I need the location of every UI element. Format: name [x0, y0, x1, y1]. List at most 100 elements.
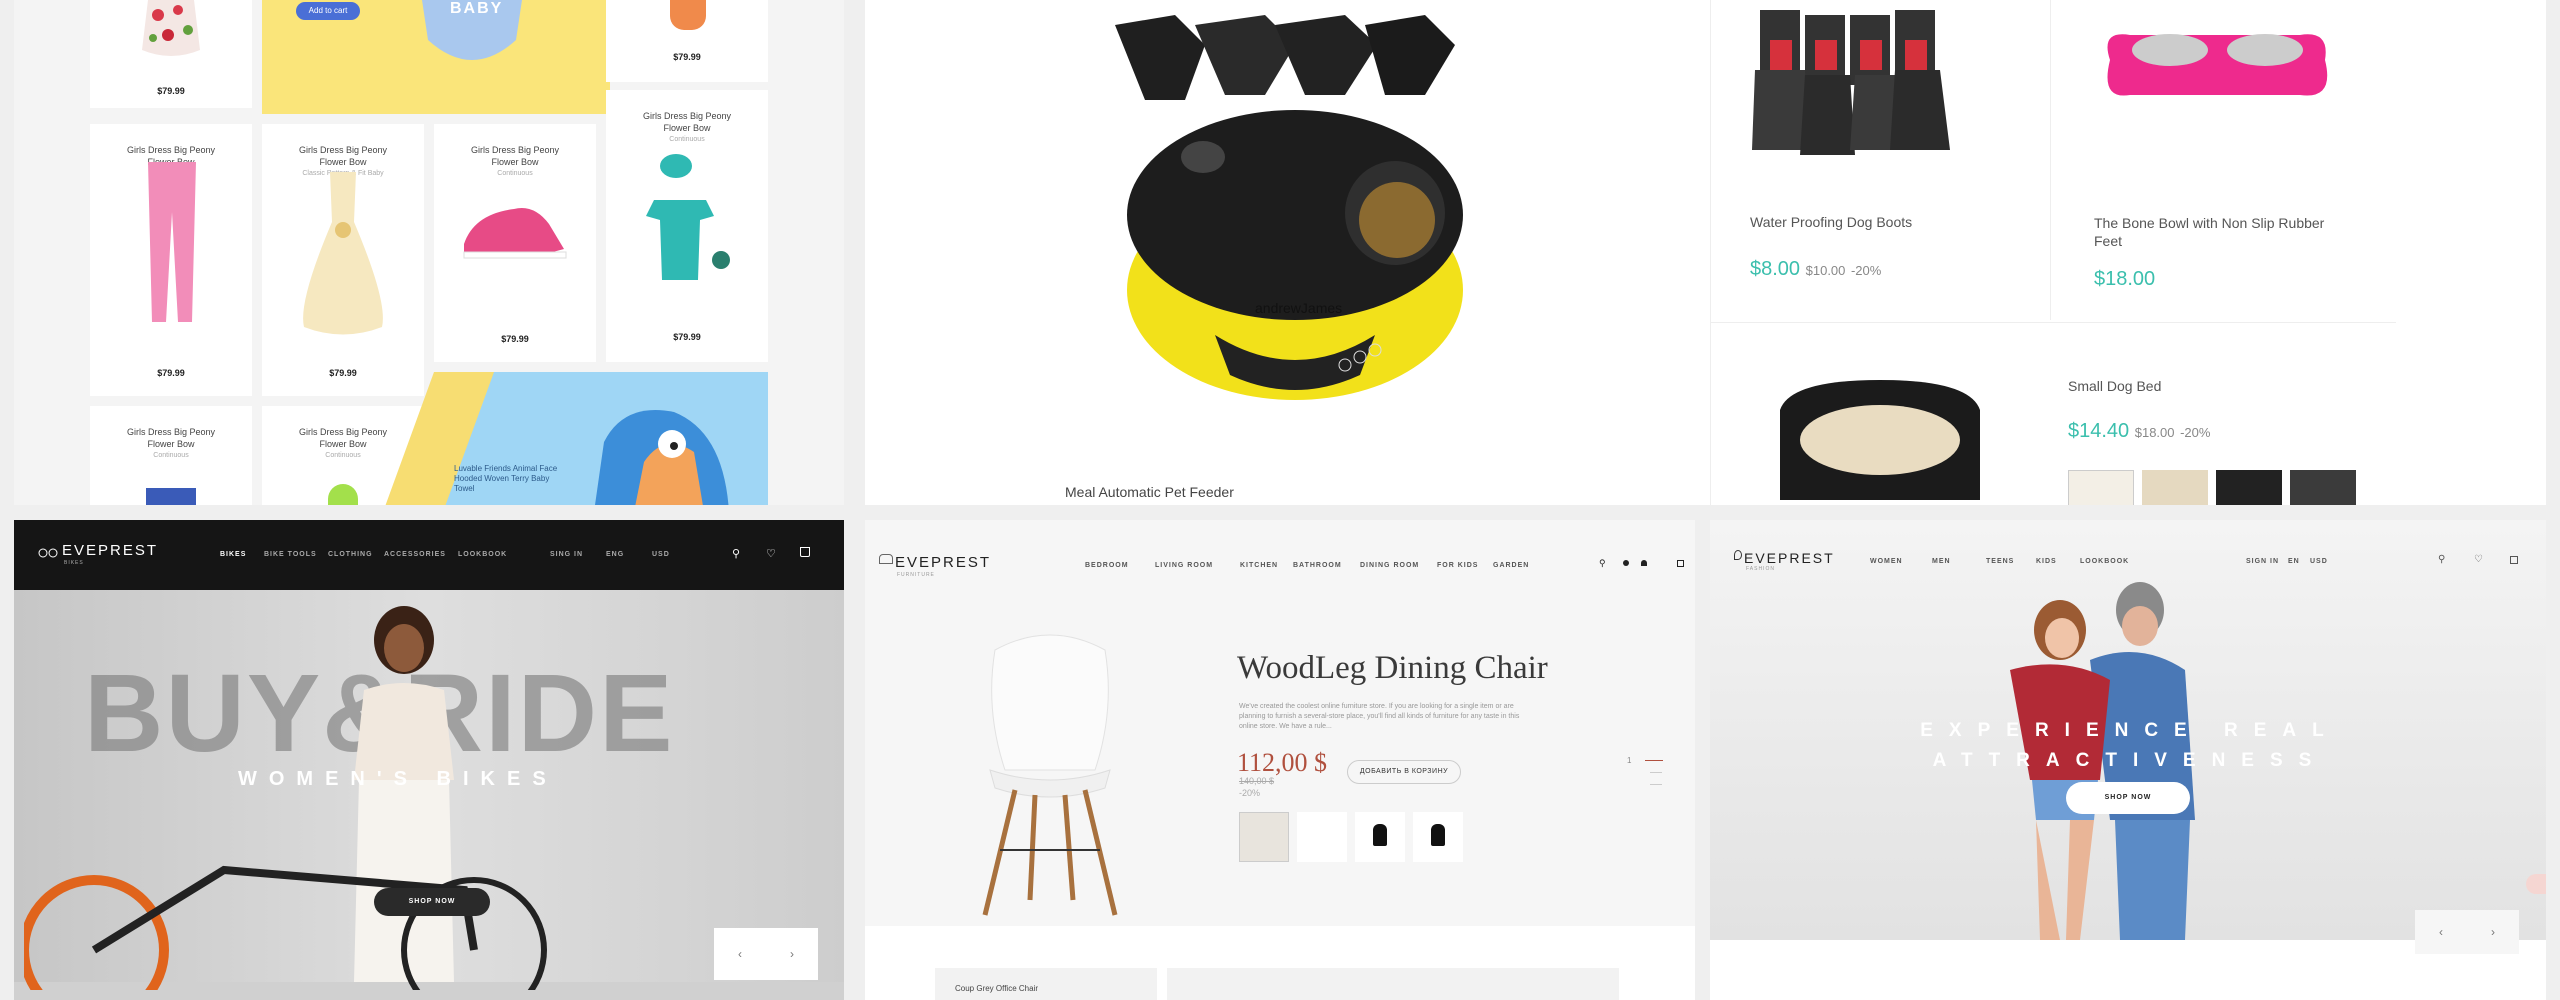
price: $79.99 — [157, 86, 185, 96]
sign-in-link[interactable]: SIGN IN — [2246, 558, 2279, 565]
pet-feeder-preview: andrewJames Meal Automatic Pet Feeder — [865, 0, 1710, 505]
pager-dot[interactable] — [1650, 784, 1662, 785]
dog-bed-image — [1780, 380, 1980, 500]
bottom-section: Coup Grey Office Chair — [865, 926, 1695, 1000]
bike-logo-icon — [38, 548, 58, 558]
prev-arrow-icon[interactable]: ‹ — [2439, 925, 2443, 939]
nav-kitchen[interactable]: KITCHEN — [1240, 562, 1278, 569]
dog-boots-image — [1752, 10, 1950, 155]
search-icon[interactable]: ⚲ — [1599, 558, 1606, 569]
next-arrow-icon[interactable]: › — [790, 947, 794, 961]
product-name: Girls Dress Big Peony Flower Bow — [470, 145, 560, 167]
search-icon[interactable]: ⚲ — [732, 547, 740, 560]
bicycle-image — [24, 865, 547, 990]
nav-living-room[interactable]: LIVING ROOM — [1155, 562, 1213, 569]
product-name[interactable]: Water Proofing Dog Boots — [1750, 214, 1912, 230]
product-name[interactable]: Small Dog Bed — [2068, 378, 2161, 394]
add-to-cart-button[interactable]: ДОБАВИТЬ В КОРЗИНУ — [1347, 760, 1461, 784]
heart-icon[interactable]: ♡ — [766, 547, 776, 560]
discount: -20% — [1850, 263, 1882, 278]
sign-in-link[interactable]: SING IN — [550, 551, 583, 558]
product-name[interactable]: The Bone Bowl with Non Slip Rubber Feet — [2094, 214, 2354, 250]
product-name: Coup Grey Office Chair — [955, 984, 1038, 993]
onesie-text: BABY — [450, 0, 504, 17]
thumbnail[interactable] — [2290, 470, 2356, 505]
product-card[interactable]: Girls Dress Big Peony Flower Bow Continu… — [434, 124, 596, 362]
price: 112,00 $ — [1237, 748, 1328, 777]
nav-for-kids[interactable]: FOR KIDS — [1437, 562, 1478, 569]
cart-icon[interactable] — [1677, 560, 1684, 567]
price: $79.99 — [673, 52, 701, 62]
price-row: $14.40 $18.00 -20% — [2068, 420, 2210, 443]
thumbnail[interactable] — [2216, 470, 2282, 505]
pink-leggings-image — [148, 162, 196, 322]
nav-women[interactable]: WOMEN — [1870, 558, 1903, 565]
feeder-brand: andrewJames — [1255, 300, 1343, 316]
product-card[interactable]: $79.99 — [90, 0, 252, 108]
nav-clothing[interactable]: CLOTHING — [328, 551, 373, 558]
product-card[interactable]: Girls Dress Big Peony Flower Bow Continu… — [90, 124, 252, 396]
pager-dot[interactable] — [1650, 772, 1662, 773]
currency-select[interactable]: USD — [652, 551, 670, 558]
user-icon[interactable] — [1641, 560, 1647, 566]
price: $79.99 — [673, 332, 701, 342]
product-name[interactable]: Meal Automatic Pet Feeder — [1065, 484, 1234, 500]
product-card[interactable] — [1167, 968, 1619, 1000]
product-name: Girls Dress Big Peony Flower Bow — [298, 427, 388, 449]
currency-select[interactable]: USD — [2310, 558, 2328, 565]
fashion-store-preview: EVEPREST FASHION WOMEN MEN TEENS KIDS LO… — [1710, 520, 2546, 1000]
prev-arrow-icon[interactable]: ‹ — [738, 947, 742, 961]
cart-icon[interactable] — [2510, 556, 2518, 564]
logo[interactable]: EVEPREST — [895, 554, 991, 571]
product-subtitle: Continuous — [153, 452, 189, 459]
thumbnail[interactable] — [2068, 470, 2134, 505]
cart-icon[interactable] — [800, 547, 810, 557]
logo-sub: FURNITURE — [897, 572, 935, 578]
chat-bubble-icon[interactable] — [2526, 874, 2546, 894]
nav-accessories[interactable]: ACCESSORIES — [384, 551, 446, 558]
nav-bike-tools[interactable]: BIKE TOOLS — [264, 551, 317, 558]
shop-now-button[interactable]: SHOP NOW — [2066, 782, 2190, 814]
nav-dining-room[interactable]: DINING ROOM — [1360, 562, 1419, 569]
logo[interactable]: EVEPREST — [62, 542, 158, 559]
logo[interactable]: EVEPREST — [1744, 550, 1835, 566]
language-select[interactable]: EN — [2288, 558, 2300, 565]
language-select[interactable]: ENG — [606, 551, 624, 558]
heart-icon[interactable]: ♡ — [2474, 554, 2483, 565]
thumbnail[interactable] — [1413, 812, 1463, 862]
product-card[interactable]: Girls Dress Big Peony Flower Bow Classic… — [262, 124, 424, 396]
kids-store-preview: $79.99 Add to cart BABY $79.99 Girls Dre… — [14, 0, 844, 505]
dining-chair-image — [982, 634, 1118, 916]
thumbnail[interactable] — [2142, 470, 2208, 505]
thumbnail[interactable] — [1355, 812, 1405, 862]
product-card[interactable]: Girls Dress Big Peony Flower Bow Continu… — [90, 406, 252, 505]
nav-bathroom[interactable]: BATHROOM — [1293, 562, 1342, 569]
add-to-cart-button[interactable]: Add to cart — [296, 2, 360, 20]
thumbnail[interactable] — [1239, 812, 1289, 862]
towel-promo-banner: Luvable Friends Animal Face Hooded Woven… — [383, 372, 768, 505]
price-row: $8.00 $10.00 -20% — [1750, 258, 1881, 281]
thumbnail[interactable] — [1297, 812, 1347, 862]
shop-now-button[interactable]: SHOP NOW — [374, 888, 490, 916]
nav-lookbook[interactable]: LOOKBOOK — [458, 551, 507, 558]
nav-bedroom[interactable]: BEDROOM — [1085, 562, 1129, 569]
old-price: $10.00 — [1805, 263, 1846, 278]
product-card[interactable]: Girls Dress Big Peony Flower Bow Continu… — [606, 90, 768, 362]
hero-banner: EVEPREST FASHION WOMEN MEN TEENS KIDS LO… — [1710, 520, 2546, 954]
pager-active[interactable] — [1645, 760, 1663, 761]
price: $79.99 — [329, 368, 357, 378]
price: $14.40 — [2068, 420, 2130, 442]
pink-sneaker-image — [463, 208, 567, 259]
product-card[interactable]: $79.99 — [606, 0, 768, 82]
product-description: We've created the coolest online furnitu… — [1239, 703, 1520, 730]
next-arrow-icon[interactable]: › — [2491, 925, 2495, 939]
nav-men[interactable]: MEN — [1932, 558, 1951, 565]
nav-garden[interactable]: GARDEN — [1493, 562, 1529, 569]
hero-headline: EXPERIENCE REAL ATTRACTIVENESS — [1920, 720, 2340, 771]
search-icon[interactable]: ⚲ — [2438, 554, 2445, 565]
nav-bikes[interactable]: BIKES — [220, 551, 246, 558]
furniture-store-preview: EVEPREST FURNITURE BEDROOM LIVING ROOM K… — [865, 520, 1695, 1000]
product-name: Girls Dress Big Peony Flower Bow — [126, 427, 216, 449]
settings-icon[interactable] — [1623, 560, 1629, 566]
old-price: $18.00 — [2134, 425, 2175, 440]
